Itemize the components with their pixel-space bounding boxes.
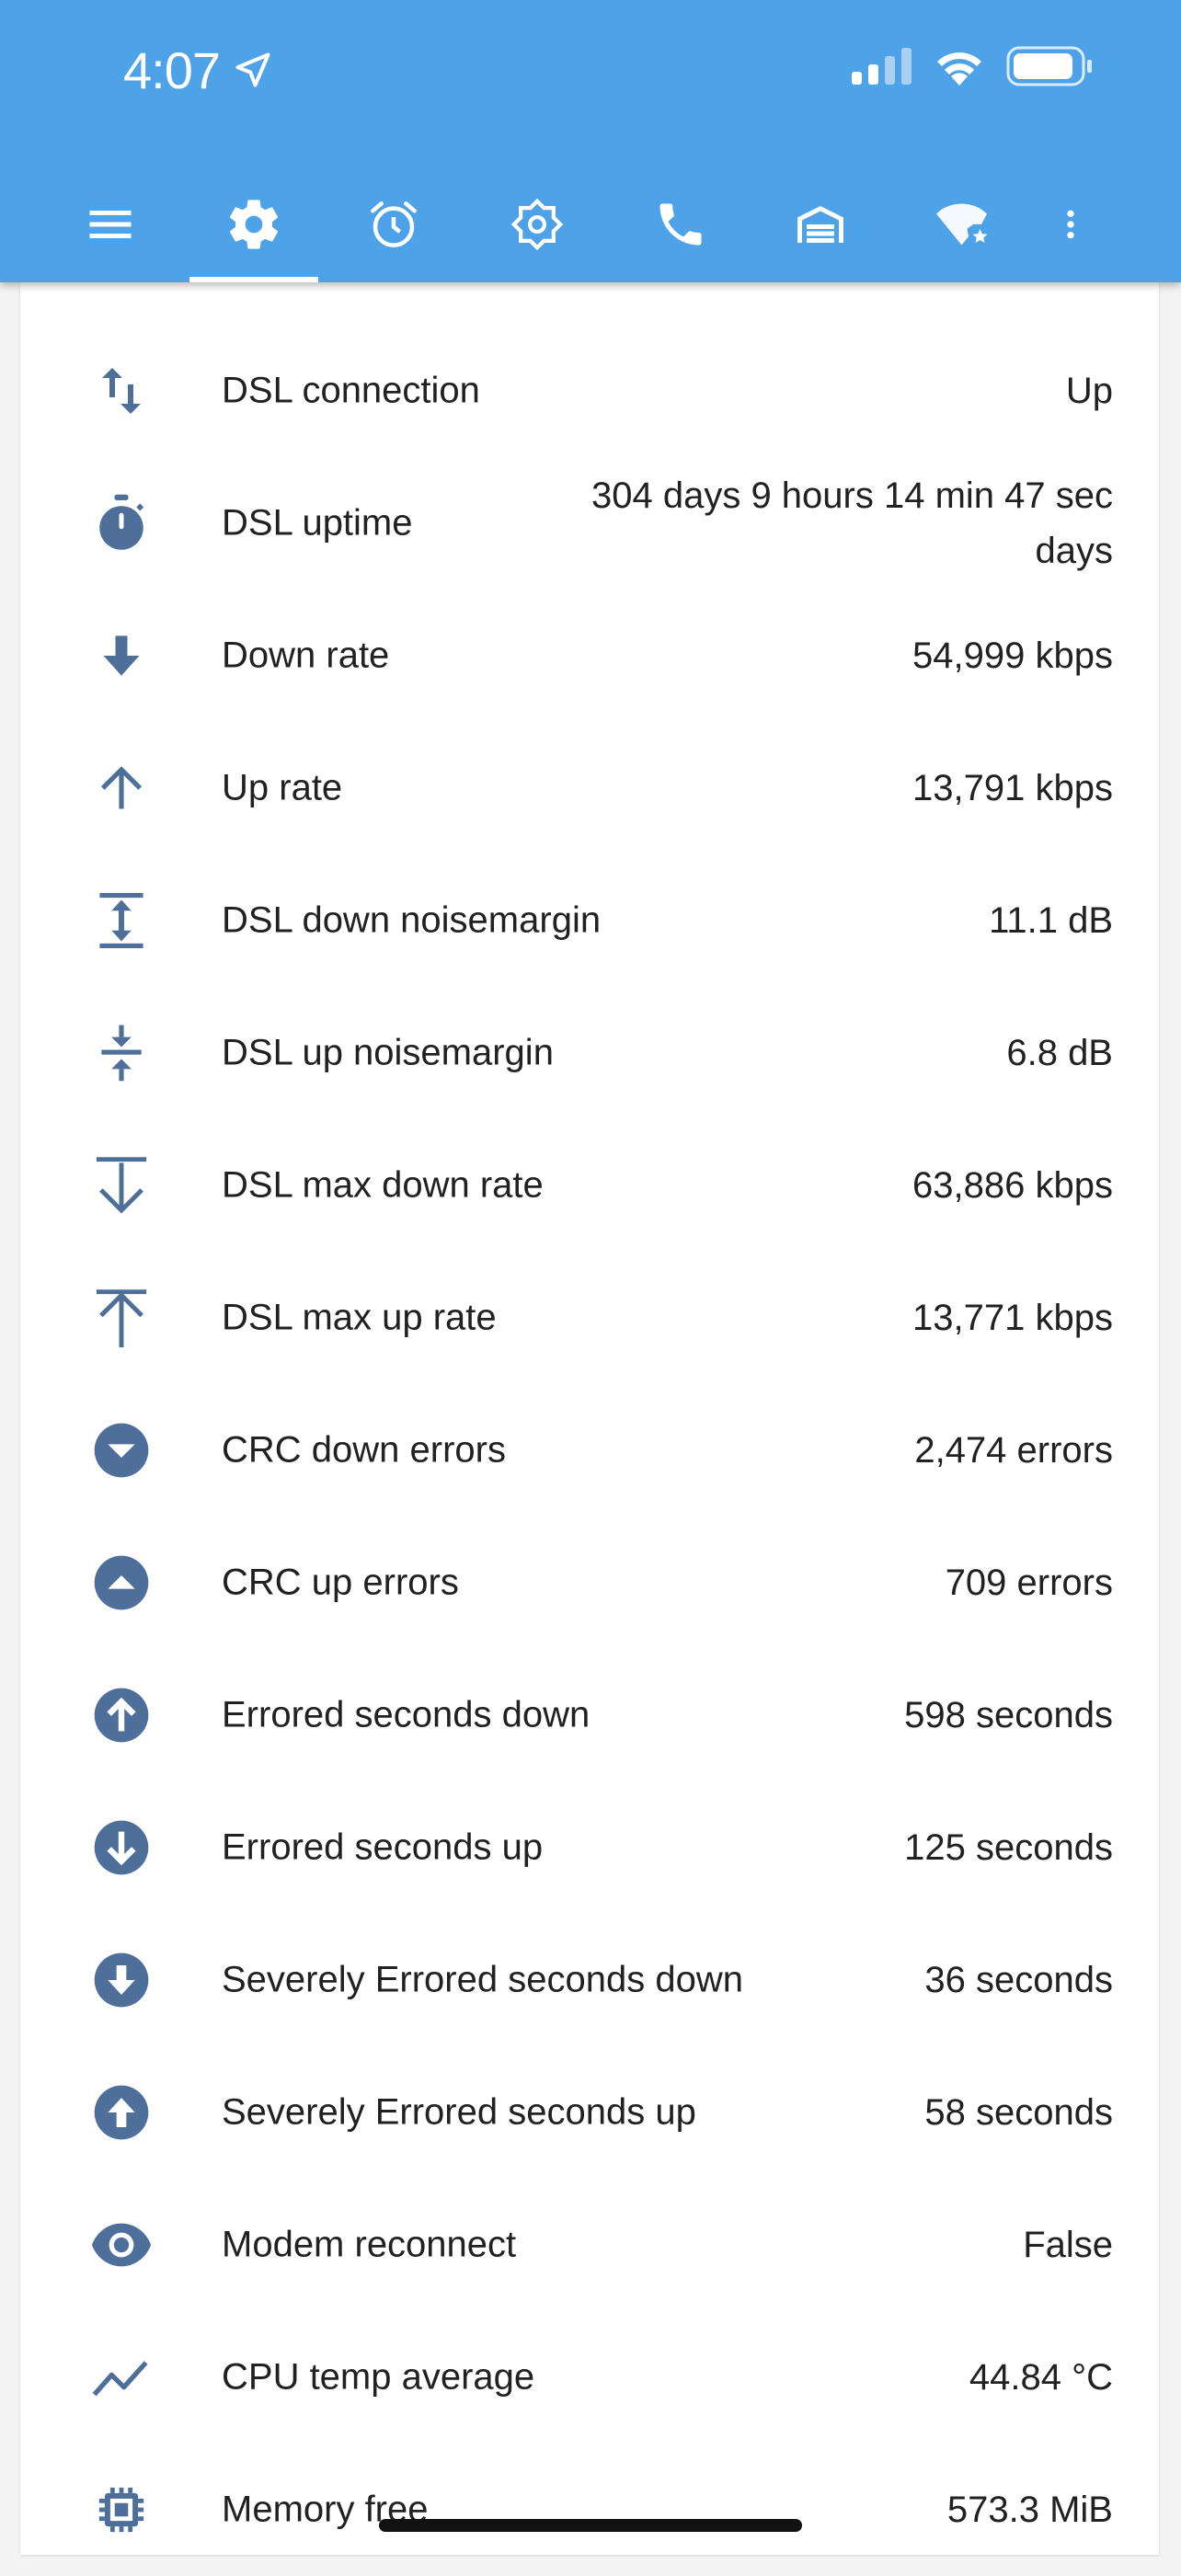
arrow-collapse-down-icon (86, 1151, 156, 1220)
entity-row[interactable]: Severely Errored seconds up 58 seconds (20, 2046, 1159, 2179)
entity-name: DSL up noisemargin (222, 1032, 554, 1073)
swap-vertical-icon (86, 356, 156, 426)
entity-row[interactable]: DSL uptime 304 days 9 hours 14 min 47 se… (20, 457, 1159, 590)
arrow-down-bold-icon (86, 621, 156, 691)
phone-icon (659, 203, 702, 245)
status-time: 4:07 (123, 40, 221, 99)
entity-name: CRC down errors (222, 1429, 506, 1471)
arrow-down-circle-icon (86, 1813, 156, 1883)
entity-value: 304 days 9 hours 14 min 47 sec days (543, 468, 1113, 578)
entity-value: 709 errors (945, 1563, 1113, 1603)
menu-icon (89, 210, 132, 238)
entity-value: 6.8 dB (1006, 1033, 1113, 1073)
more-options-button[interactable] (1006, 166, 1135, 282)
entity-row[interactable]: CRC down errors 2,474 errors (20, 1384, 1159, 1517)
entities-card: DSL connection Up DSL uptime 304 days 9 … (20, 282, 1159, 2555)
entity-value: 11.1 dB (989, 900, 1113, 941)
arrow-up-bold-circle-icon (86, 2078, 156, 2147)
entity-row[interactable]: Errored seconds up 125 seconds (20, 1781, 1159, 1914)
garage-icon (797, 205, 843, 243)
wifi-signal-icon (937, 52, 981, 86)
tab-settings[interactable] (189, 166, 318, 282)
chip-icon (86, 2475, 156, 2545)
entity-name: Errored seconds down (222, 1694, 590, 1735)
entity-name: DSL max up rate (222, 1297, 497, 1338)
entity-row[interactable]: Errored seconds down 598 seconds (20, 1649, 1159, 1781)
alarm-icon (371, 200, 417, 247)
entity-row[interactable]: Severely Errored seconds down 36 seconds (20, 1914, 1159, 2046)
entity-name: CRC up errors (222, 1562, 459, 1603)
arrow-up-icon (86, 753, 156, 823)
entity-value: False (1023, 2225, 1113, 2265)
timer-icon (86, 488, 156, 558)
entity-name: Up rate (222, 767, 343, 808)
arrow-expand-vertical-icon (86, 886, 156, 956)
location-arrow-icon (235, 52, 270, 87)
chevron-up-circle-icon (86, 1548, 156, 1618)
status-indicators (852, 46, 1093, 86)
entity-value: 125 seconds (904, 1827, 1113, 1868)
tab-brightness[interactable] (473, 166, 602, 282)
entity-row[interactable]: DSL up noisemargin 6.8 dB (20, 987, 1159, 1119)
entity-name: CPU temp average (222, 2356, 535, 2398)
entity-row[interactable]: CRC up errors 709 errors (20, 1517, 1159, 1649)
eye-icon (86, 2210, 156, 2280)
chart-line-icon (86, 2342, 156, 2412)
arrow-collapse-vertical-icon (86, 1018, 156, 1088)
tab-phone[interactable] (616, 166, 745, 282)
entity-name: Errored seconds up (222, 1826, 544, 1868)
menu-button[interactable] (46, 166, 175, 282)
entity-value: 44.84 °C (969, 2357, 1113, 2398)
entity-value: 2,474 errors (914, 1430, 1113, 1471)
more-vert-icon (1067, 210, 1074, 238)
entity-value: 13,791 kbps (912, 768, 1113, 808)
uptime-line-2: days (1035, 531, 1114, 571)
chevron-down-circle-icon (86, 1415, 156, 1485)
arrow-down-bold-circle-icon (86, 1945, 156, 2015)
entity-row[interactable]: Down rate 54,999 kbps (20, 590, 1159, 722)
entity-row[interactable]: CPU temp average 44.84 °C (20, 2311, 1159, 2444)
uptime-line-1: 304 days 9 hours 14 min 47 sec (590, 475, 1113, 516)
entity-row[interactable]: DSL max up rate 13,771 kbps (20, 1252, 1159, 1384)
battery-icon (1006, 46, 1092, 86)
entity-row[interactable]: Modem reconnect False (20, 2179, 1159, 2311)
entity-name: DSL max down rate (222, 1164, 544, 1206)
entity-value: 598 seconds (904, 1695, 1113, 1735)
app-header: 4:07 (0, 0, 1181, 282)
settings-icon (230, 199, 278, 249)
entity-name: DSL uptime (222, 502, 413, 544)
entity-row[interactable]: Up rate 13,791 kbps (20, 722, 1159, 854)
tab-garage[interactable] (756, 166, 885, 282)
entity-value: 58 seconds (924, 2092, 1113, 2133)
brightness-icon (510, 198, 564, 250)
entity-value: 54,999 kbps (912, 635, 1113, 676)
toolbar (0, 166, 1181, 282)
entity-row[interactable]: DSL max down rate 63,886 kbps (20, 1119, 1159, 1252)
entity-row[interactable]: DSL connection Up (20, 325, 1159, 457)
entity-value: 13,771 kbps (912, 1298, 1113, 1338)
entity-name: Modem reconnect (222, 2224, 517, 2265)
entity-value: Up (1065, 371, 1113, 411)
arrow-collapse-up-icon (86, 1283, 156, 1353)
cellular-signal-icon (852, 48, 912, 85)
arrow-up-circle-icon (86, 1680, 156, 1750)
wifi-star-icon (936, 203, 988, 245)
entity-value: 63,886 kbps (912, 1165, 1113, 1206)
status-time-wrap: 4:07 (123, 39, 273, 101)
entity-value: 36 seconds (924, 1960, 1113, 2000)
home-indicator[interactable] (379, 2519, 802, 2532)
entity-row[interactable]: DSL down noisemargin 11.1 dB (20, 854, 1159, 987)
entity-name: Down rate (222, 635, 390, 676)
tab-alarm[interactable] (329, 166, 458, 282)
entity-row[interactable]: Memory free 573.3 MiB (20, 2444, 1159, 2576)
entity-name: DSL connection (222, 370, 480, 411)
